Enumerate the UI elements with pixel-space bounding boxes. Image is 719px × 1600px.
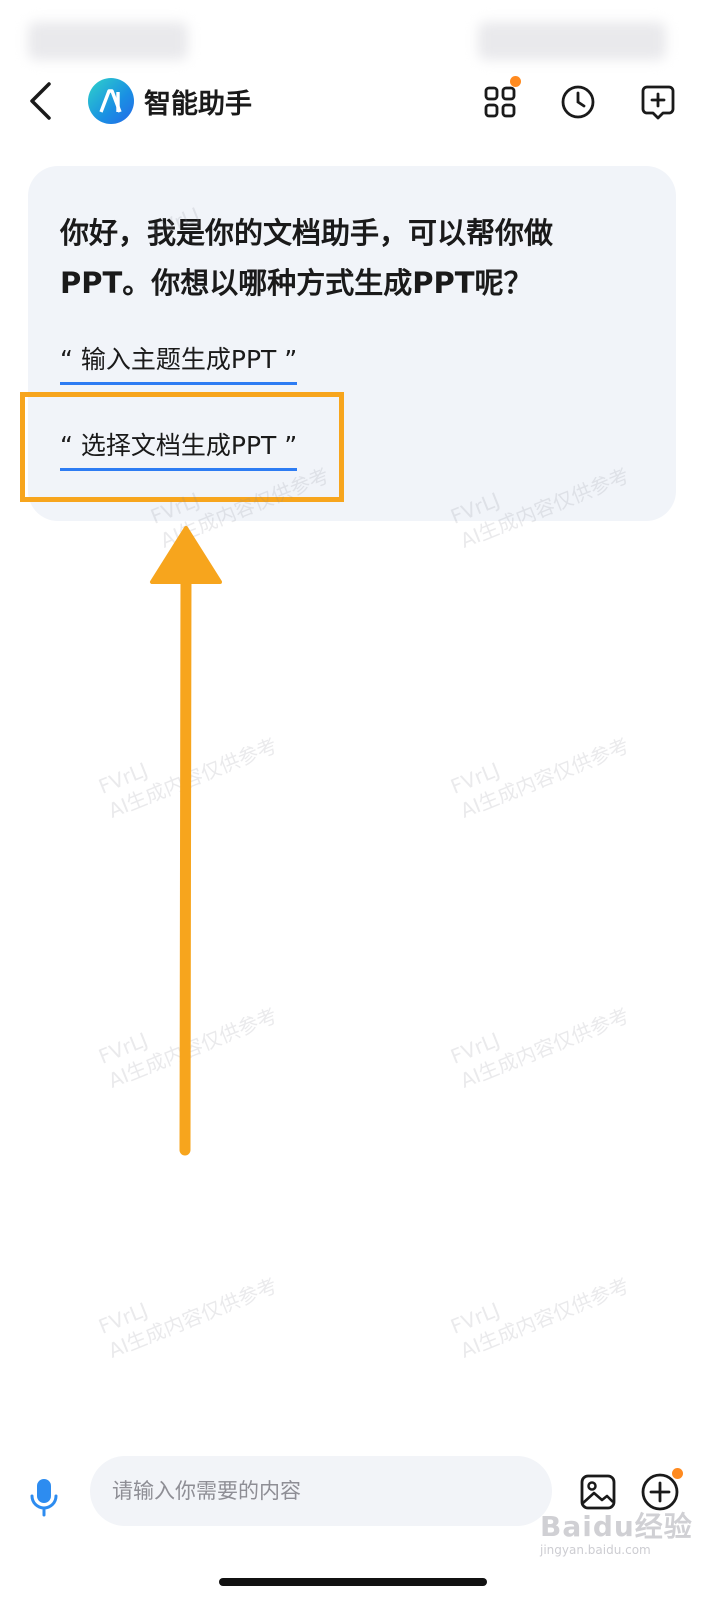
notification-dot <box>672 1468 683 1479</box>
message-input[interactable] <box>90 1456 552 1526</box>
notification-dot <box>510 76 521 87</box>
highlight-box <box>20 392 344 502</box>
new-chat-icon <box>641 85 675 120</box>
apps-button[interactable] <box>476 76 524 126</box>
assistant-greeting: 你好，我是你的文档助手，可以帮你做PPT。你想以哪种方式生成PPT呢？ <box>60 216 554 300</box>
back-button[interactable] <box>20 78 60 124</box>
watermark: FVrLJAI生成内容仅供参考 <box>447 1003 633 1093</box>
status-bar-left <box>28 22 188 60</box>
apps-grid-icon <box>484 86 516 118</box>
suggestion-topic-ppt[interactable]: “ 输入主题生成PPT ” <box>60 340 298 385</box>
history-clock-icon <box>561 85 595 119</box>
watermark: FVrLJAI生成内容仅供参考 <box>447 1273 633 1363</box>
new-chat-button[interactable] <box>634 78 682 126</box>
top-bar: 智能助手 <box>0 66 719 136</box>
history-button[interactable] <box>554 78 602 126</box>
home-indicator[interactable] <box>219 1578 487 1586</box>
status-bar-right <box>478 22 666 60</box>
watermark: FVrLJAI生成内容仅供参考 <box>447 733 633 823</box>
assistant-logo-icon <box>99 89 122 113</box>
page-title: 智能助手 <box>144 89 252 120</box>
annotation-arrow <box>150 526 222 1156</box>
assistant-logo <box>88 78 134 124</box>
baidu-watermark: Baidu经验 jingyan.baidu.com <box>540 1510 693 1557</box>
back-icon <box>30 82 51 120</box>
voice-button[interactable] <box>22 1472 66 1522</box>
watermark: FVrLJAI生成内容仅供参考 <box>95 1273 281 1363</box>
microphone-icon <box>30 1479 58 1517</box>
